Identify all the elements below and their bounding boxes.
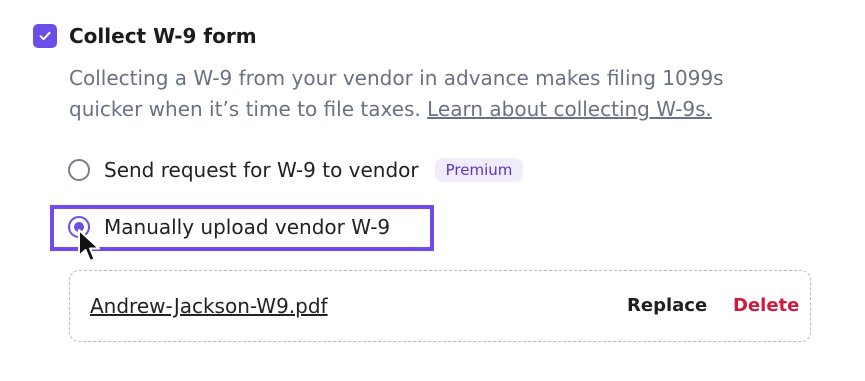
file-name-link[interactable]: Andrew-Jackson-W9.pdf bbox=[90, 294, 328, 318]
radio-manual-upload[interactable]: Manually upload vendor W-9 bbox=[68, 215, 390, 239]
premium-badge: Premium bbox=[434, 158, 524, 182]
collect-w9-description: Collecting a W-9 from your vendor in adv… bbox=[69, 63, 789, 125]
manual-upload-label: Manually upload vendor W-9 bbox=[104, 215, 391, 239]
mouse-pointer-icon bbox=[78, 229, 100, 262]
delete-button[interactable]: Delete bbox=[733, 295, 799, 316]
check-icon bbox=[39, 31, 51, 41]
collect-w9-checkbox[interactable] bbox=[33, 24, 57, 48]
radio-send-request[interactable]: Send request for W-9 to vendor Premium bbox=[68, 158, 524, 182]
collect-w9-title: Collect W-9 form bbox=[69, 24, 257, 48]
uploaded-file-box: Andrew-Jackson-W9.pdf Replace Delete bbox=[69, 270, 811, 342]
radio-button[interactable] bbox=[68, 159, 90, 181]
send-request-label: Send request for W-9 to vendor bbox=[104, 158, 419, 182]
replace-button[interactable]: Replace bbox=[627, 295, 707, 316]
learn-more-link[interactable]: Learn about collecting W-9s. bbox=[427, 97, 712, 121]
